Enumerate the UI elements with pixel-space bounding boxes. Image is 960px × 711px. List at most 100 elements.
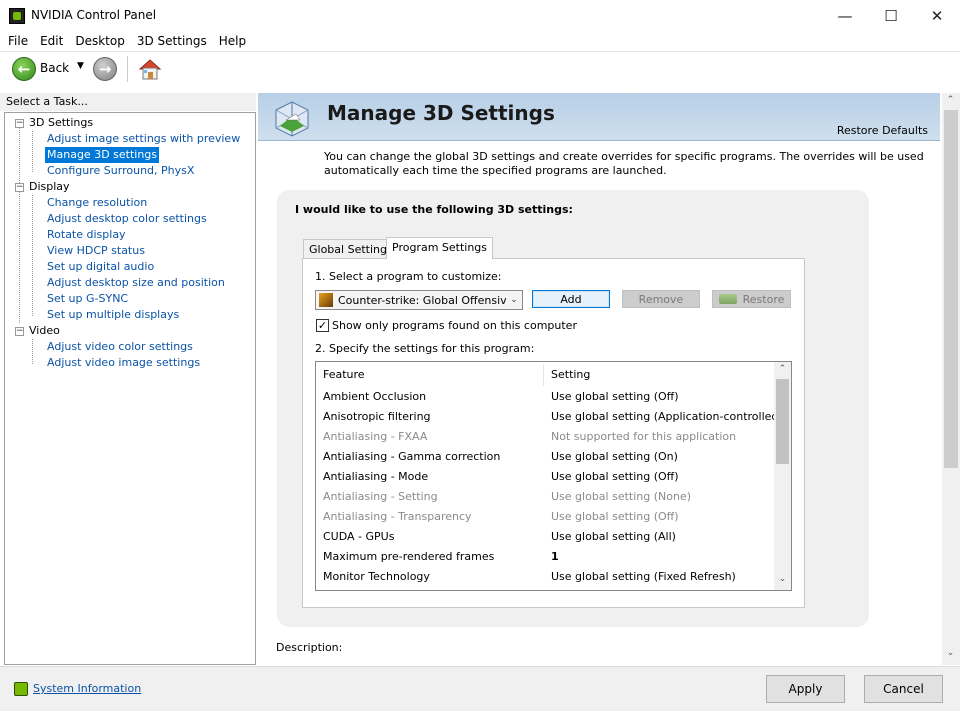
setting-cell[interactable]: Use global setting (Fixed Refresh) <box>551 567 736 587</box>
column-header-feature[interactable]: Feature <box>323 368 365 381</box>
feature-cell: CUDA - GPUs <box>323 530 395 543</box>
setting-cell[interactable]: Not supported for this application <box>551 427 736 447</box>
tree-item-desktop-size[interactable]: Adjust desktop size and position <box>47 275 225 291</box>
show-only-label[interactable]: Show only programs found on this compute… <box>332 319 577 332</box>
restore-button[interactable]: Restore <box>712 290 791 308</box>
apply-button[interactable]: Apply <box>766 675 845 703</box>
back-arrow-icon[interactable]: ← <box>12 57 36 81</box>
menu-file[interactable]: File <box>0 31 34 51</box>
minimize-button[interactable]: — <box>822 0 868 31</box>
back-dropdown-icon[interactable]: ▼ <box>77 61 84 71</box>
restore-button-label: Restore <box>742 292 785 306</box>
content-scrollbar[interactable]: ⌃ ⌄ <box>942 93 960 665</box>
back-button-label[interactable]: Back <box>40 61 69 75</box>
tree-item-configure-surround[interactable]: Configure Surround, PhysX <box>47 163 194 179</box>
setting-cell[interactable]: Use global setting (Off) <box>551 507 679 527</box>
chevron-down-icon: ⌄ <box>510 295 518 305</box>
scroll-down-icon[interactable]: ⌄ <box>774 574 791 584</box>
setting-cell[interactable]: Use global setting (Application-controll… <box>551 407 783 427</box>
scroll-up-icon[interactable]: ⌃ <box>942 95 959 105</box>
page-banner: Manage 3D Settings Restore Defaults <box>258 93 940 141</box>
page-title: Manage 3D Settings <box>327 101 555 125</box>
feature-cell: Maximum pre-rendered frames <box>323 550 495 563</box>
table-row[interactable]: Antialiasing - Setting Use global setting… <box>316 487 774 507</box>
tree-item-video-image[interactable]: Adjust video image settings <box>47 355 200 371</box>
feature-cell: Antialiasing - FXAA <box>323 430 428 443</box>
table-row[interactable]: Maximum pre-rendered frames 1 <box>316 547 774 567</box>
tree-item-change-resolution[interactable]: Change resolution <box>47 195 147 211</box>
table-row[interactable]: Antialiasing - FXAA Not supported for thi… <box>316 427 774 447</box>
setting-cell[interactable]: Use global setting (None) <box>551 487 691 507</box>
tree-guide-line <box>32 195 33 316</box>
select-program-label: 1. Select a program to customize: <box>315 270 502 283</box>
feature-cell: Ambient Occlusion <box>323 390 427 403</box>
menu-3d-settings[interactable]: 3D Settings <box>131 31 213 51</box>
tab-global-settings[interactable]: Global Settings <box>303 239 399 259</box>
tree-item-manage-3d-settings[interactable]: Manage 3D settings <box>45 147 160 163</box>
tree-node-video[interactable]: Video <box>29 323 60 339</box>
specify-settings-label: 2. Specify the settings for this program… <box>315 342 535 355</box>
toolbar: ← Back ▼ → <box>0 51 960 86</box>
setting-cell[interactable]: Use global setting (On) <box>551 447 678 467</box>
feature-cell: Antialiasing - Transparency <box>323 510 472 523</box>
menu-help[interactable]: Help <box>213 31 252 51</box>
feature-settings-table: Feature Setting Ambient Occlusion Use glo… <box>315 361 792 591</box>
nvidia-logo-icon <box>9 8 25 24</box>
feature-cell: Antialiasing - Gamma correction <box>323 450 501 463</box>
table-row[interactable]: CUDA - GPUs Use global setting (All) <box>316 527 774 547</box>
tree-item-adjust-image-settings[interactable]: Adjust image settings with preview <box>47 131 240 147</box>
feature-cell: Antialiasing - Mode <box>323 470 429 483</box>
menu-edit[interactable]: Edit <box>34 31 69 51</box>
content-scroll-thumb[interactable] <box>944 110 958 468</box>
system-info-icon[interactable] <box>14 682 28 696</box>
system-information-link[interactable]: System Information <box>33 682 141 695</box>
scroll-down-icon[interactable]: ⌄ <box>942 648 959 658</box>
collapse-toggle-icon[interactable]: − <box>15 327 24 336</box>
tree-node-display[interactable]: Display <box>29 179 70 195</box>
tree-item-digital-audio[interactable]: Set up digital audio <box>47 259 154 275</box>
table-row[interactable]: Monitor Technology Use global setting (Fi… <box>316 567 774 587</box>
table-row[interactable]: Antialiasing - Mode Use global setting (O… <box>316 467 774 487</box>
feature-cell: Anisotropic filtering <box>323 410 431 423</box>
tree-item-g-sync[interactable]: Set up G-SYNC <box>47 291 128 307</box>
table-row[interactable]: Ambient Occlusion Use global setting (Off… <box>316 387 774 407</box>
collapse-toggle-icon[interactable]: − <box>15 119 24 128</box>
table-row[interactable]: Anisotropic filtering Use global setting … <box>316 407 783 427</box>
show-only-checkbox[interactable]: ✓ <box>316 319 329 332</box>
setting-cell[interactable]: Use global setting (Off) <box>551 467 679 487</box>
program-dropdown-value: Counter-strike: Global Offensiv... <box>338 293 506 307</box>
table-scroll-thumb[interactable] <box>776 379 789 464</box>
game-icon <box>319 293 333 307</box>
menu-desktop[interactable]: Desktop <box>69 31 131 51</box>
tree-item-multiple-displays[interactable]: Set up multiple displays <box>47 307 179 323</box>
restore-defaults-link[interactable]: Restore Defaults <box>837 124 928 137</box>
scroll-up-icon[interactable]: ⌃ <box>774 364 791 374</box>
cancel-button[interactable]: Cancel <box>864 675 943 703</box>
add-button[interactable]: Add <box>532 290 610 308</box>
column-header-setting[interactable]: Setting <box>551 368 590 381</box>
setting-cell[interactable]: Use global setting (All) <box>551 527 676 547</box>
table-row[interactable]: Antialiasing - Gamma correction Use globa… <box>316 447 774 467</box>
setting-cell[interactable]: 1 <box>551 547 559 567</box>
tree-item-rotate-display[interactable]: Rotate display <box>47 227 126 243</box>
3d-cube-icon <box>270 96 314 140</box>
nvidia-restore-icon <box>718 294 737 304</box>
collapse-toggle-icon[interactable]: − <box>15 183 24 192</box>
title-bar: NVIDIA Control Panel — ☐ ✕ <box>0 0 960 31</box>
table-row[interactable]: Antialiasing - Transparency Use global se… <box>316 507 774 527</box>
forward-arrow-icon[interactable]: → <box>93 57 117 81</box>
program-dropdown[interactable]: Counter-strike: Global Offensiv... ⌄ <box>315 290 523 310</box>
tab-program-settings[interactable]: Program Settings <box>386 237 494 259</box>
table-scrollbar[interactable]: ⌃ ⌄ <box>774 362 791 590</box>
tree-item-desktop-color[interactable]: Adjust desktop color settings <box>47 211 207 227</box>
remove-button[interactable]: Remove <box>622 290 700 308</box>
home-icon[interactable] <box>137 56 163 82</box>
close-button[interactable]: ✕ <box>914 0 960 31</box>
maximize-button[interactable]: ☐ <box>868 0 914 31</box>
tree-node-3d-settings[interactable]: 3D Settings <box>29 115 93 131</box>
column-divider[interactable] <box>543 364 544 386</box>
settings-heading: I would like to use the following 3D set… <box>295 203 573 216</box>
tree-item-video-color[interactable]: Adjust video color settings <box>47 339 193 355</box>
tree-item-hdcp-status[interactable]: View HDCP status <box>47 243 145 259</box>
setting-cell[interactable]: Use global setting (Off) <box>551 387 679 407</box>
